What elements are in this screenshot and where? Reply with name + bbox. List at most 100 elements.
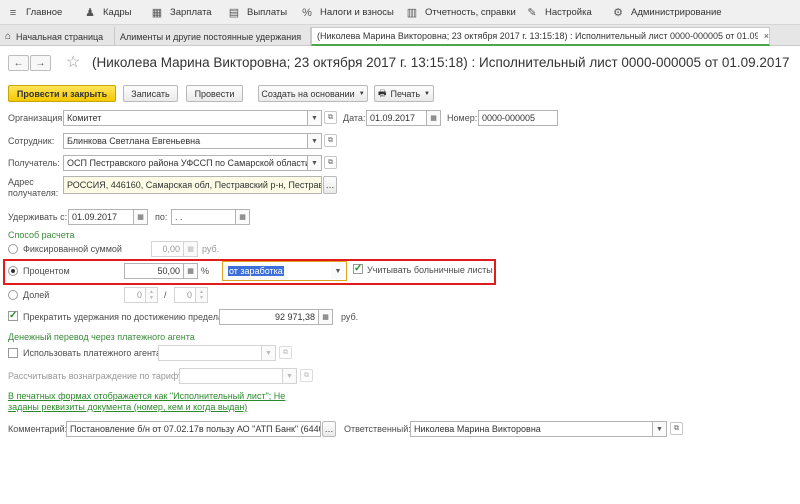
recipient-open-button[interactable]: ⧉ [324, 156, 337, 169]
address-edit-button[interactable]: … [323, 176, 337, 194]
open-icon: ⧉ [283, 348, 288, 356]
responsible-select-button[interactable]: ▼ [653, 421, 667, 437]
share-radio[interactable] [8, 290, 18, 300]
menu-item-reports[interactable]: ▥ Отчетность, справки [405, 0, 516, 25]
close-icon[interactable]: × [764, 31, 769, 41]
share-label: Долей [23, 290, 50, 300]
chevron-down-icon: ▼ [265, 349, 272, 357]
menu-item-hr[interactable]: ♟ Кадры [83, 0, 131, 25]
stop-limit-checkbox[interactable]: ✓ [8, 311, 18, 321]
calendar-button[interactable]: ▦ [427, 110, 441, 126]
employee-select-button[interactable]: ▼ [308, 133, 322, 149]
percent-field[interactable]: 50,00 [124, 263, 184, 279]
menu-item-label: Налоги и взносы [320, 7, 394, 18]
percent-label: Процентом [23, 266, 70, 276]
agent-field[interactable] [158, 345, 262, 361]
share-numerator-field[interactable]: 0 [124, 287, 146, 303]
responsible-label: Ответственный: [344, 424, 411, 434]
withhold-from-field[interactable]: 01.09.2017 [68, 209, 134, 225]
date-label: Дата: [343, 113, 366, 123]
menu-item-label: Настройка [545, 7, 592, 18]
responsible-open-button[interactable]: ⧉ [670, 422, 683, 435]
withhold-to-calendar-button[interactable]: ▦ [236, 209, 250, 225]
spin-down-icon: ▼ [199, 295, 204, 301]
report-icon: ▥ [406, 7, 418, 19]
create-based-label: Создать на основании [261, 88, 355, 99]
post-button[interactable]: Провести [186, 85, 243, 102]
comment-edit-button[interactable]: … [322, 421, 336, 437]
base-select-field[interactable]: от заработка [224, 263, 331, 279]
recipient-field[interactable]: ОСП Пестравского района УФССП по Самарск… [63, 155, 308, 171]
agent-open-button[interactable]: ⧉ [279, 346, 292, 359]
tab-current-document[interactable]: (Николева Марина Викторовна; 23 октября … [311, 27, 770, 46]
responsible-field[interactable]: Николева Марина Викторовна [410, 421, 653, 437]
limit-calc-button[interactable]: ▦ [319, 309, 333, 325]
share-denominator-field[interactable]: 0 [174, 287, 196, 303]
open-icon: ⧉ [328, 113, 333, 121]
fixed-sum-field[interactable]: 0,00 [151, 241, 184, 257]
fixed-sum-calc-button[interactable]: ▦ [184, 241, 198, 257]
more-icon: … [324, 424, 334, 434]
open-icon: ⧉ [328, 158, 333, 166]
tab-home[interactable]: ⌂ Начальная страница [0, 27, 115, 46]
forward-button[interactable]: → [30, 55, 51, 71]
fee-tariff-field[interactable] [179, 368, 283, 384]
page-title: (Николева Марина Викторовна; 23 октября … [92, 55, 790, 70]
share-denominator-spinner[interactable]: ▲ ▼ [196, 287, 208, 303]
wrench-icon: ✎ [527, 7, 537, 19]
menu-item-label: Главное [26, 7, 63, 18]
calc-method-section: Способ расчета [8, 230, 75, 240]
menu-item-main[interactable]: ≡ Главное [6, 0, 63, 25]
fee-tariff-open-button[interactable]: ⧉ [300, 369, 313, 382]
employee-field[interactable]: Блинкова Светлана Евгеньевна [63, 133, 308, 149]
withhold-to-field[interactable]: . . [171, 209, 236, 225]
share-numerator-spinner[interactable]: ▲ ▼ [146, 287, 158, 303]
date-field[interactable]: 01.09.2017 [366, 110, 427, 126]
home-icon: ⌂ [5, 31, 12, 42]
back-button[interactable]: ← [8, 55, 29, 71]
print-note-link-line2[interactable]: заданы реквизиты документа (номер, кем и… [8, 402, 247, 412]
base-select-button[interactable]: ▼ [331, 263, 345, 279]
employee-open-button[interactable]: ⧉ [324, 134, 337, 147]
number-field[interactable]: 0000-000005 [478, 110, 558, 126]
recipient-label: Получатель: [8, 158, 60, 168]
calendar-icon: ▦ [137, 214, 144, 221]
organization-select-button[interactable]: ▼ [308, 110, 322, 126]
percent-radio[interactable] [8, 266, 18, 276]
menu-item-settings[interactable]: ✎ Настройка [525, 0, 592, 25]
print-button[interactable]: 🖶 Печать ▼ [374, 85, 434, 102]
agent-select-button[interactable]: ▼ [262, 345, 276, 361]
menu-item-salary[interactable]: ▦ Зарплата [150, 0, 212, 25]
address-field[interactable]: РОССИЯ, 446160, Самарская обл, Пестравск… [63, 176, 322, 194]
post-and-close-button[interactable]: Провести и закрыть [8, 85, 116, 102]
tab-alimony-list[interactable]: Алименты и другие постоянные удержания [115, 27, 311, 46]
chevron-down-icon: ▼ [656, 425, 663, 433]
open-icon: ⧉ [304, 371, 309, 379]
withhold-from-calendar-button[interactable]: ▦ [134, 209, 148, 225]
gear-icon: ⚙ [613, 7, 623, 19]
recipient-select-button[interactable]: ▼ [308, 155, 322, 171]
print-note-link-line1[interactable]: В печатных формах отображается как "Испо… [8, 391, 285, 401]
create-based-on-button[interactable]: Создать на основании ▼ [258, 85, 368, 102]
number-label: Номер: [447, 113, 478, 123]
organization-open-button[interactable]: ⧉ [324, 111, 337, 124]
share-slash: / [164, 290, 167, 300]
star-icon[interactable]: ☆ [66, 52, 80, 72]
employee-label: Сотрудник: [8, 136, 55, 146]
sick-leave-checkbox[interactable]: ✓ [353, 264, 363, 274]
percent-calc-button[interactable]: ▦ [184, 263, 198, 279]
save-button[interactable]: Записать [123, 85, 178, 102]
fixed-sum-radio[interactable] [8, 244, 18, 254]
calculator-icon: ▦ [151, 7, 163, 19]
menu-item-admin[interactable]: ⚙ Администрирование [611, 0, 722, 25]
menu-item-payments[interactable]: ▤ Выплаты [227, 0, 287, 25]
use-agent-checkbox[interactable] [8, 348, 18, 358]
menu-item-taxes[interactable]: % Налоги и взносы [300, 0, 394, 25]
comment-label: Комментарий: [8, 424, 68, 434]
comment-field[interactable]: Постановление б/н от 07.02.17в пользу АО… [66, 421, 321, 437]
use-agent-label: Использовать платежного агента [23, 348, 161, 358]
organization-field[interactable]: Комитет [63, 110, 308, 126]
fee-tariff-select-button[interactable]: ▼ [283, 368, 297, 384]
withhold-from-label: Удерживать с: [8, 212, 68, 222]
limit-field[interactable]: 92 971,38 [219, 309, 319, 325]
